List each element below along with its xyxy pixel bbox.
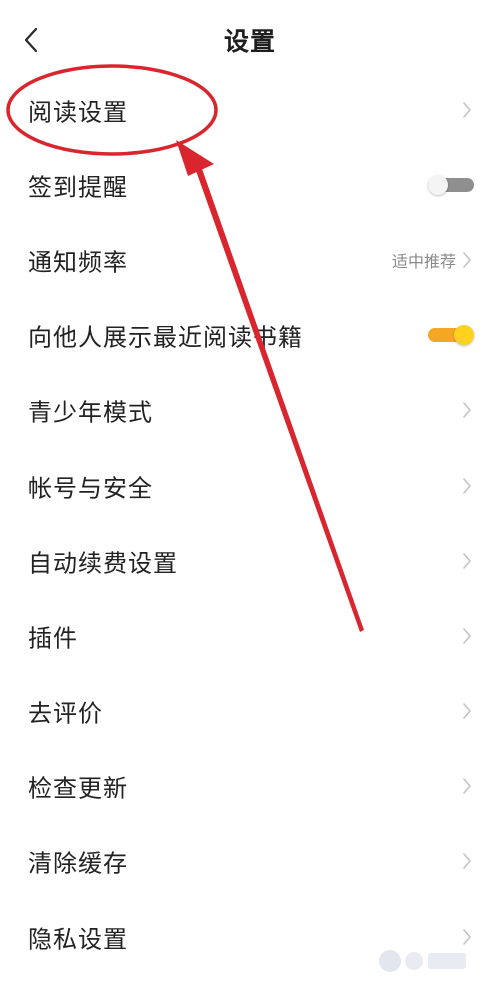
settings-item-label: 自动续费设置 xyxy=(28,549,178,578)
chevron-right-icon xyxy=(463,703,471,719)
settings-item-label: 隐私设置 xyxy=(28,925,128,954)
settings-item-label: 检查更新 xyxy=(28,774,128,803)
page-title: 设置 xyxy=(223,27,276,56)
settings-item-label: 去评价 xyxy=(28,699,103,728)
watermark-logo xyxy=(379,950,466,972)
chevron-right-icon xyxy=(463,928,471,945)
settings-item-label: 清除缓存 xyxy=(28,849,128,878)
settings-item-show-recent-books: 向他人展示最近阅读书籍 xyxy=(0,298,500,373)
settings-item-checkin-reminder: 签到提醒 xyxy=(0,147,500,222)
settings-item-plugins[interactable]: 插件 xyxy=(0,598,500,673)
settings-item-label: 帐号与安全 xyxy=(28,474,153,503)
settings-item-check-updates[interactable]: 检查更新 xyxy=(0,749,500,824)
settings-item-label: 签到提醒 xyxy=(28,173,128,202)
chevron-right-icon xyxy=(463,552,471,569)
settings-item-label: 青少年模式 xyxy=(28,398,153,427)
chevron-right-icon xyxy=(463,252,471,268)
header-bar: 设置 xyxy=(0,0,500,78)
chevron-right-icon xyxy=(463,778,471,795)
chevron-right-icon xyxy=(463,101,471,118)
settings-item-rate-app[interactable]: 去评价 xyxy=(0,674,500,749)
toggle-knob xyxy=(454,325,474,346)
chevron-right-icon xyxy=(463,628,471,644)
settings-item-label: 阅读设置 xyxy=(28,98,128,127)
settings-item-label: 通知频率 xyxy=(28,248,128,277)
settings-item-notification-frequency[interactable]: 通知频率 适中推荐 xyxy=(0,222,500,297)
chevron-right-icon xyxy=(463,402,471,419)
settings-list: 阅读设置 签到提醒 通知频率 适中推荐 向他人展示最近阅读书籍 青少年模式 帐号… xyxy=(0,72,500,974)
chevron-right-icon xyxy=(463,853,471,870)
settings-item-teen-mode[interactable]: 青少年模式 xyxy=(0,373,500,448)
settings-item-account-security[interactable]: 帐号与安全 xyxy=(0,448,500,523)
toggle-knob xyxy=(428,174,448,195)
settings-item-label: 插件 xyxy=(28,624,78,653)
checkin-reminder-toggle[interactable] xyxy=(428,174,474,195)
chevron-right-icon xyxy=(463,477,471,494)
settings-item-auto-renewal[interactable]: 自动续费设置 xyxy=(0,523,500,598)
settings-item-clear-cache[interactable]: 清除缓存 xyxy=(0,824,500,899)
settings-item-reading[interactable]: 阅读设置 xyxy=(0,72,500,147)
show-recent-books-toggle[interactable] xyxy=(428,325,474,346)
notification-frequency-value: 适中推荐 xyxy=(391,251,456,271)
settings-item-label: 向他人展示最近阅读书籍 xyxy=(28,323,303,352)
